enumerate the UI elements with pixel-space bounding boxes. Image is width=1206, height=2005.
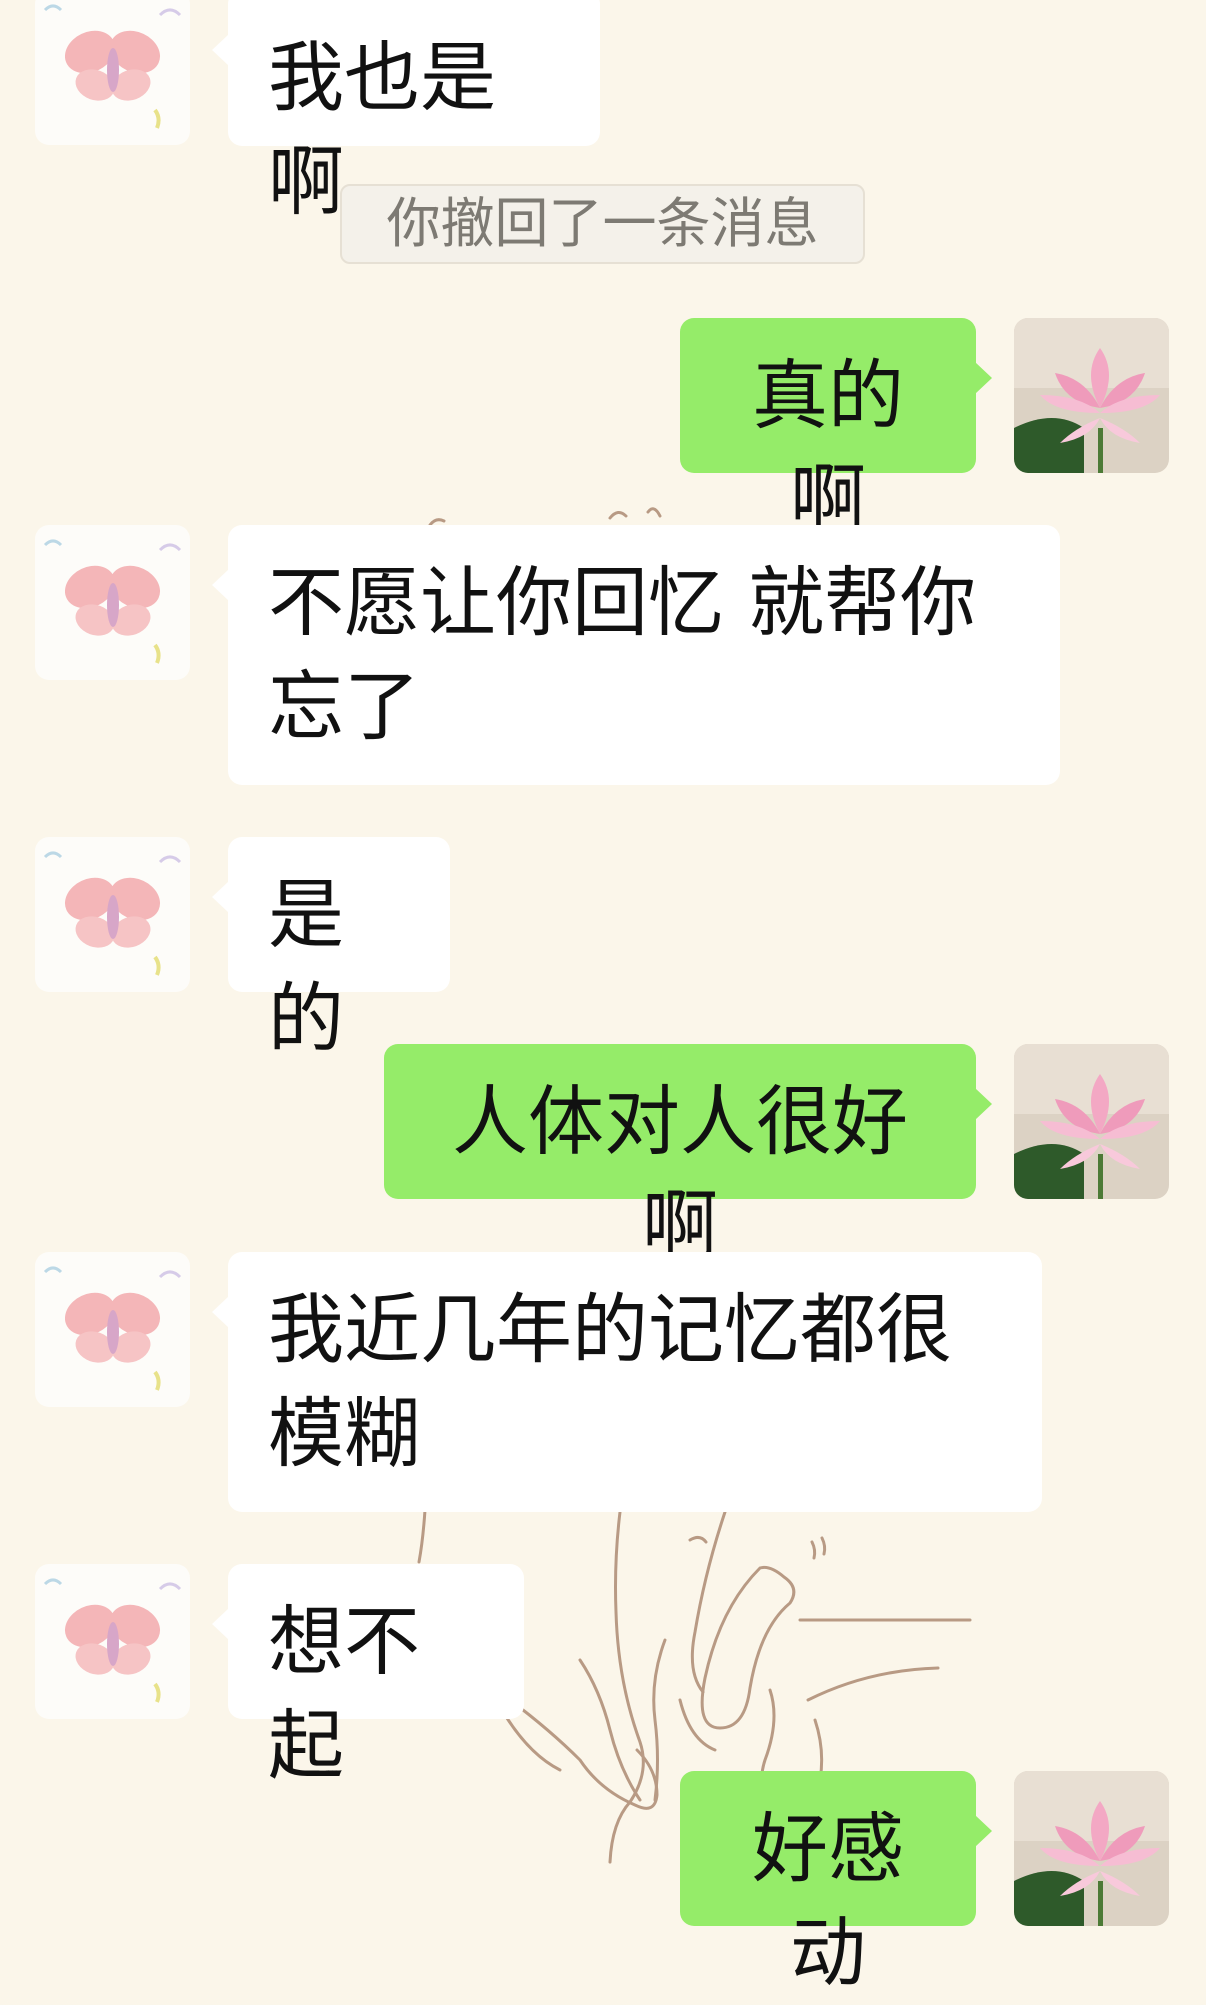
message-bubble-outgoing[interactable]: 好感动 [680,1771,992,1997]
message-bubble-outgoing[interactable]: 真的啊 [680,318,992,544]
lotus-icon [1014,1771,1169,1926]
message-bubble-outgoing[interactable]: 人体对人很好啊 [384,1044,992,1270]
lotus-icon [1014,318,1169,473]
butterfly-icon [35,1252,190,1407]
message-text: 是的 [268,870,344,1063]
contact-avatar[interactable] [35,525,190,680]
butterfly-icon [35,525,190,680]
message-bubble-incoming[interactable]: 想不起 [212,1564,524,1790]
contact-avatar[interactable] [35,837,190,992]
recall-notice: 你撤回了一条消息 [340,184,865,264]
self-avatar[interactable] [1014,1044,1169,1199]
contact-avatar[interactable] [35,1564,190,1719]
message-text: 好感动 [752,1804,904,1997]
contact-avatar[interactable] [35,0,190,145]
message-text: 不愿让你回忆 就帮你忘了 [268,558,977,751]
message-text: 真的啊 [752,351,904,544]
chat-window: 我也是啊 你撤回了一条消息 真的啊 不愿让你回忆 就帮你忘了 是的 人体对人很好… [0,0,1206,1997]
message-bubble-incoming[interactable]: 我也是啊 [212,0,600,226]
message-text: 人体对人很好啊 [452,1077,908,1270]
contact-avatar[interactable] [35,1252,190,1407]
message-text: 我近几年的记忆都很模糊 [268,1285,952,1478]
self-avatar[interactable] [1014,318,1169,473]
recall-notice-text: 你撤回了一条消息 [386,192,819,255]
lotus-icon [1014,1044,1169,1199]
message-bubble-incoming[interactable]: 不愿让你回忆 就帮你忘了 [212,525,1060,785]
butterfly-icon [35,837,190,992]
self-avatar[interactable] [1014,1771,1169,1926]
message-bubble-incoming[interactable]: 我近几年的记忆都很模糊 [212,1252,1042,1512]
butterfly-icon [35,1564,190,1719]
message-text: 想不起 [268,1597,420,1790]
butterfly-icon [35,0,190,145]
message-bubble-incoming[interactable]: 是的 [212,837,450,1063]
